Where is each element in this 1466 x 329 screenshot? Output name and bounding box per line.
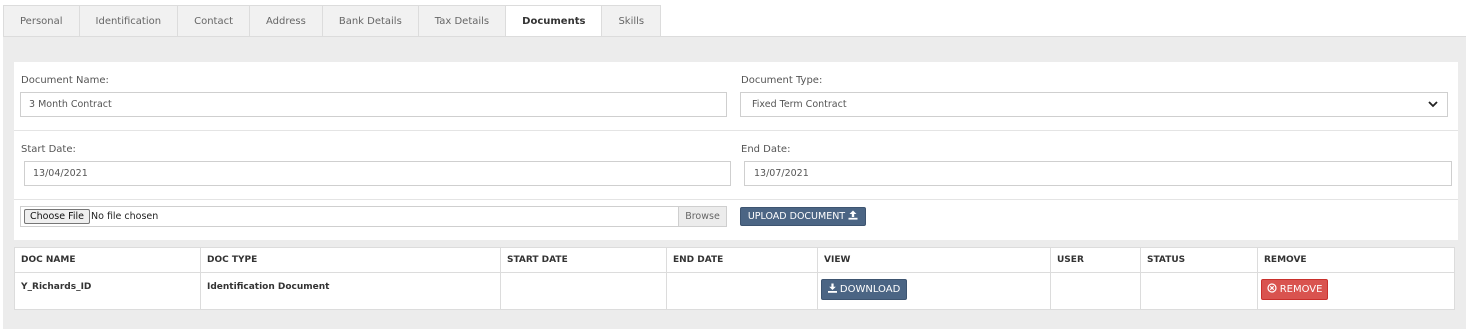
start-date-cell [501,273,667,309]
column-header-doc-type: DOC TYPE [201,248,501,272]
document-name-label: Document Name: [21,75,109,86]
tab-contact[interactable]: Contact [177,5,249,37]
column-header-start-date: START DATE [501,248,667,272]
browse-button[interactable]: Browse [678,207,726,226]
column-header-end-date: END DATE [667,248,818,272]
column-header-remove: REMOVE [1264,255,1307,265]
remove-label: REMOVE [1279,284,1323,295]
end-date-input[interactable]: 13/07/2021 [744,161,1452,186]
file-input[interactable]: Choose File No file chosen Browse [20,206,727,227]
download-button[interactable]: DOWNLOAD [821,279,907,300]
column-header-view: VIEW [818,248,1051,272]
column-header-user: USER [1051,248,1141,272]
chevron-down-icon [1428,101,1438,108]
tab-bank-details[interactable]: Bank Details [321,5,418,37]
tab-bar: Personal Identification Contact Address … [3,5,662,37]
document-type-select[interactable]: Fixed Term Contract [740,92,1448,117]
remove-cell: REMOVE [1258,273,1454,309]
documents-table: DOC NAME DOC TYPE START DATE END DATE VI… [14,247,1455,310]
form-divider [14,199,1458,200]
end-date-label: End Date: [741,144,791,155]
tab-identification[interactable]: Identification [78,5,178,37]
table-row: Y_Richards_ID Identification Document DO… [15,273,1454,309]
form-divider [14,130,1458,131]
document-type-label: Document Type: [741,75,823,86]
start-date-input[interactable]: 13/04/2021 [24,161,731,186]
upload-document-button[interactable]: UPLOAD DOCUMENT [740,207,866,226]
tab-documents[interactable]: Documents [505,5,602,37]
start-date-label: Start Date: [21,144,76,155]
download-label: DOWNLOAD [839,284,901,295]
remove-button[interactable]: REMOVE [1261,279,1328,300]
document-name-input[interactable]: 3 Month Contract [20,92,727,117]
file-status-text: No file chosen [91,211,159,222]
documents-panel: Document Name: 3 Month Contract Document… [3,36,1466,329]
table-header-row: DOC NAME DOC TYPE START DATE END DATE VI… [15,248,1454,273]
view-cell: DOWNLOAD [818,273,1051,309]
doc-type-cell: Identification Document [201,273,501,309]
tab-address[interactable]: Address [249,5,322,37]
column-header-status: STATUS [1141,248,1258,272]
column-header-doc-name: DOC NAME [15,248,201,272]
tab-personal[interactable]: Personal [3,5,79,37]
end-date-cell [667,273,818,309]
remove-circle-icon [1266,283,1277,293]
tab-skills[interactable]: Skills [601,5,662,37]
tab-tax-details[interactable]: Tax Details [417,5,506,37]
doc-name-cell: Y_Richards_ID [15,273,201,309]
choose-file-button[interactable]: Choose File [24,209,90,224]
status-cell [1141,273,1258,309]
document-form: Document Name: 3 Month Contract Document… [14,62,1458,240]
document-type-value: Fixed Term Contract [752,99,847,110]
user-cell [1051,273,1141,309]
upload-icon [848,210,858,220]
upload-document-label: UPLOAD DOCUMENT [747,211,846,222]
download-icon [827,283,837,293]
